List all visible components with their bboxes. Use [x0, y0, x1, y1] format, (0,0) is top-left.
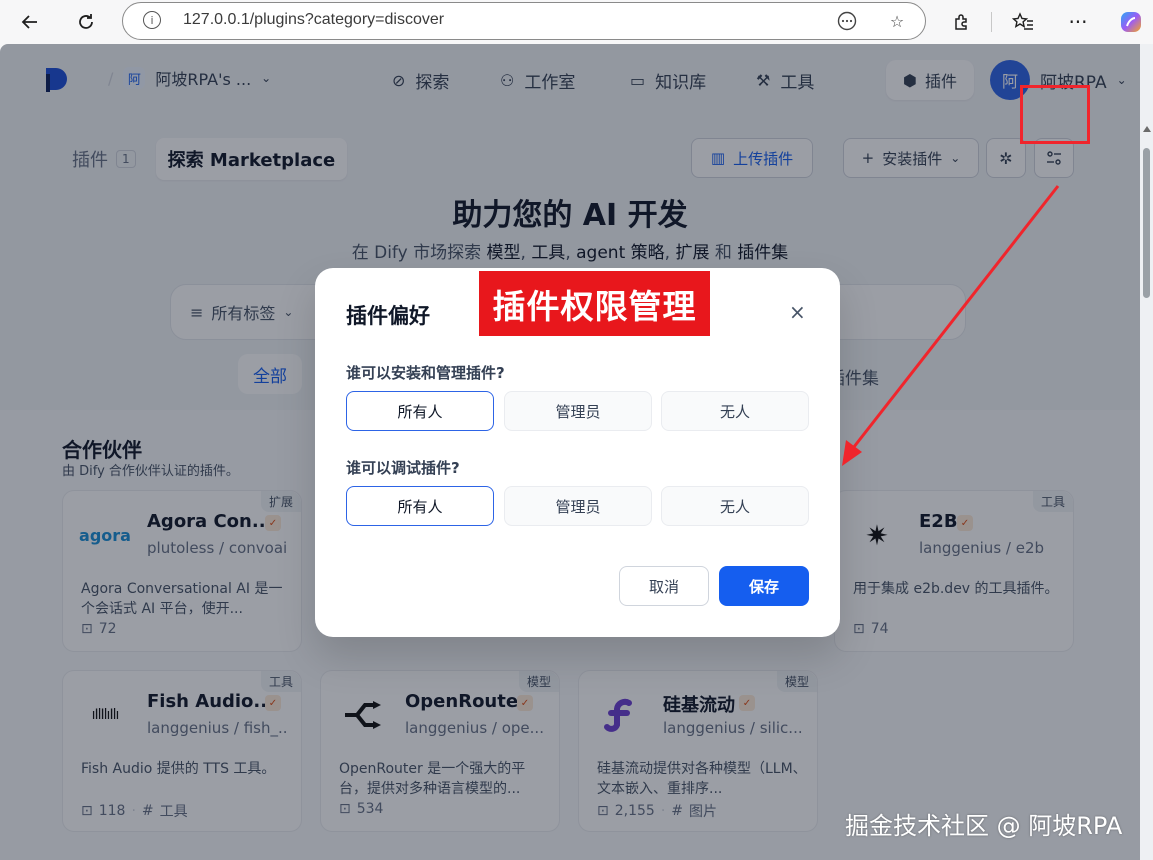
debug-option-admins[interactable]: 管理员	[504, 486, 652, 526]
copilot-icon[interactable]	[1115, 6, 1147, 38]
debug-permission-question: 谁可以调试插件?	[346, 459, 460, 477]
favorite-star-icon[interactable]: ☆	[885, 9, 909, 33]
page-scrollbar[interactable]	[1140, 44, 1153, 860]
install-option-none[interactable]: 无人	[661, 391, 809, 431]
back-icon[interactable]	[14, 6, 46, 38]
scrollbar-thumb[interactable]	[1143, 148, 1150, 298]
menu-more-icon[interactable]: ···	[1062, 6, 1094, 38]
toolbar-separator	[991, 12, 992, 32]
url-text[interactable]: 127.0.0.1/plugins?category=discover	[183, 11, 444, 29]
site-info-icon[interactable]: i	[143, 11, 161, 29]
dialog-title: 插件偏好	[346, 304, 430, 328]
favorites-list-icon[interactable]	[1007, 6, 1039, 38]
annotation-highlight-box	[1020, 85, 1090, 144]
debug-option-everyone[interactable]: 所有人	[346, 486, 494, 526]
browser-toolbar: i 127.0.0.1/plugins?category=discover ☆ …	[0, 0, 1153, 44]
more-options-circle-icon[interactable]	[835, 9, 859, 33]
watermark-text: 掘金技术社区 @ 阿坡RPA	[845, 812, 1123, 840]
save-button[interactable]: 保存	[719, 566, 809, 606]
address-bar[interactable]: i 127.0.0.1/plugins?category=discover ☆	[122, 2, 926, 40]
close-icon[interactable]: ×	[789, 300, 806, 324]
cancel-button[interactable]: 取消	[619, 566, 709, 606]
reload-icon[interactable]	[70, 6, 102, 38]
install-option-admins[interactable]: 管理员	[504, 391, 652, 431]
debug-option-none[interactable]: 无人	[661, 486, 809, 526]
annotation-label: 插件权限管理	[479, 271, 710, 336]
extensions-icon[interactable]	[946, 6, 978, 38]
install-permission-question: 谁可以安装和管理插件?	[346, 364, 505, 382]
scroll-up-arrow-icon[interactable]	[1143, 126, 1151, 132]
install-option-everyone[interactable]: 所有人	[346, 391, 494, 431]
